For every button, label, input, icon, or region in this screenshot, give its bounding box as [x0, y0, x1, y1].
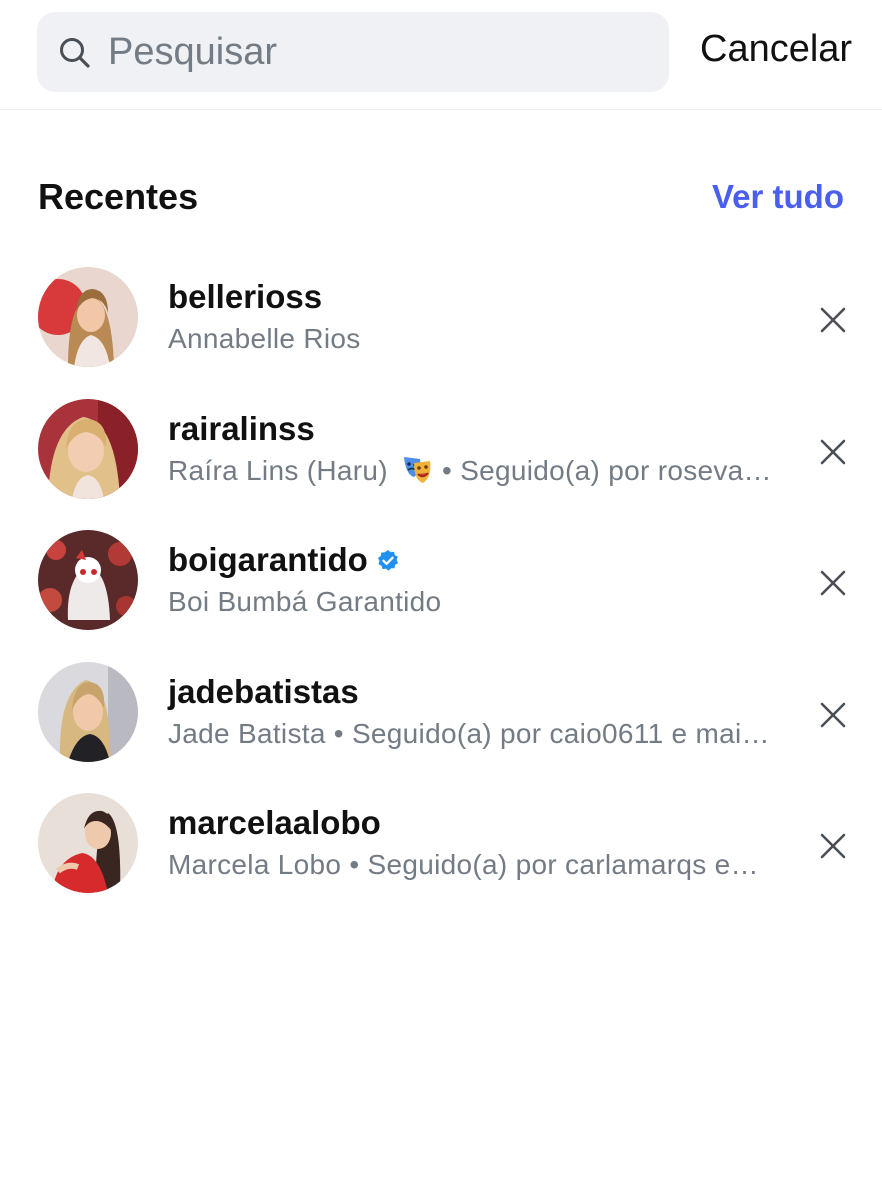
search-icon — [60, 38, 90, 68]
item-text: bellerioss Annabelle Rios — [168, 276, 788, 358]
username-line: boigarantido — [168, 539, 788, 581]
item-text: rairalinss Raíra Lins (Haru) • Seguido(a… — [168, 408, 788, 490]
search-header: Cancelar — [0, 0, 882, 110]
username: bellerioss — [168, 278, 323, 315]
avatar[interactable] — [38, 793, 138, 893]
username-line: rairalinss — [168, 408, 788, 450]
username: boigarantido — [168, 541, 368, 578]
subtitle: Raíra Lins (Haru) • Seguido(a) por rosev… — [168, 452, 778, 490]
avatar[interactable] — [38, 267, 138, 367]
username: jadebatistas — [168, 672, 359, 710]
close-icon[interactable] — [816, 829, 850, 863]
close-icon[interactable] — [816, 698, 850, 732]
subtitle: Marcela Lobo • Seguido(a) por carlamarqs… — [168, 849, 759, 880]
avatar[interactable] — [38, 661, 138, 762]
list-item[interactable]: rairalinss Raíra Lins (Haru) • Seguido(a… — [0, 392, 882, 524]
avatar[interactable] — [38, 530, 138, 630]
item-text: marcelaalobo Marcela Lobo • Seguido(a) p… — [168, 802, 788, 884]
performing-arts-emoji — [403, 456, 431, 483]
cancel-button[interactable]: Cancelar — [700, 28, 852, 71]
close-icon[interactable] — [816, 435, 850, 469]
list-item[interactable]: boigarantido Boi Bumbá Garantido — [0, 523, 882, 655]
verified-badge-icon — [377, 550, 398, 571]
list-item[interactable]: bellerioss Annabelle Rios — [0, 260, 882, 392]
item-text: jadebatistas Jade Batista • Seguido(a) p… — [168, 671, 788, 753]
close-icon[interactable] — [816, 566, 850, 600]
list-item[interactable]: marcelaalobo Marcela Lobo • Seguido(a) p… — [0, 786, 882, 918]
subtitle: Jade Batista • Seguido(a) por caio0611 e… — [168, 717, 778, 749]
username: rairalinss — [168, 409, 315, 447]
username-line: bellerioss — [168, 276, 788, 318]
username-line: marcelaalobo — [168, 802, 788, 844]
recents-heading: Recentes — [38, 176, 199, 217]
see-all-link[interactable]: Ver tudo — [712, 178, 844, 216]
username: marcelaalobo — [168, 804, 381, 841]
subtitle: Annabelle Rios — [168, 323, 361, 354]
list-item[interactable]: jadebatistas Jade Batista • Seguido(a) p… — [0, 655, 882, 787]
subtitle: Boi Bumbá Garantido — [168, 586, 442, 617]
search-input[interactable] — [108, 24, 648, 80]
followed-by-text: • Seguido(a) por rosevas… — [433, 454, 778, 486]
recent-searches-list: bellerioss Annabelle Rios rairalinss Raí… — [0, 260, 882, 918]
display-name: Raíra Lins (Haru) — [168, 454, 388, 486]
username-line: jadebatistas — [168, 671, 788, 713]
close-icon[interactable] — [816, 303, 850, 337]
item-text: boigarantido Boi Bumbá Garantido — [168, 539, 788, 621]
avatar[interactable] — [38, 398, 138, 499]
